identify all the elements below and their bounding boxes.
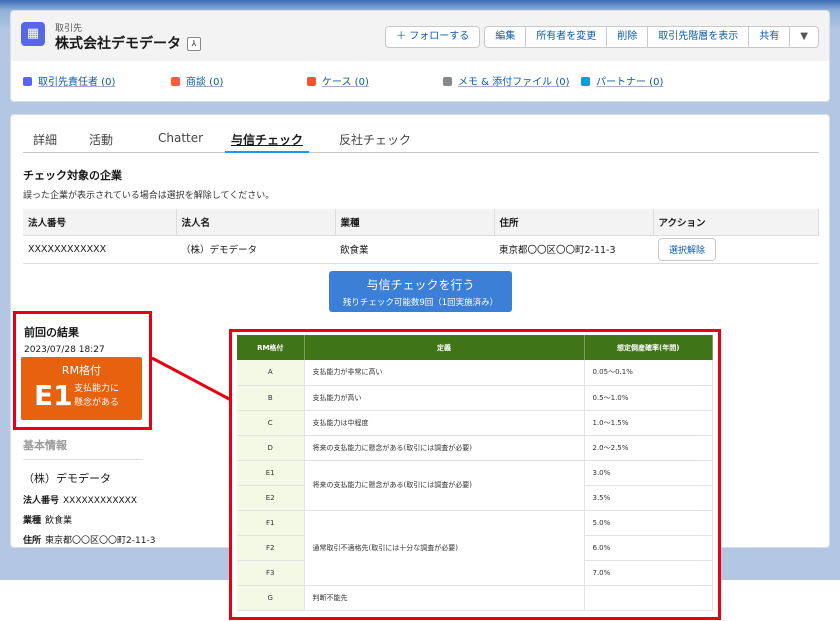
table-row: F1 通常取引不適格先(取引には十分な調査が必要) 5.0%	[237, 510, 713, 586]
probability-cell: 6.0%	[584, 535, 713, 561]
definition-cell: 将来の支払能力に懸念がある(取引には調査が必要)	[304, 435, 585, 461]
probability-cell: 7.0%	[584, 560, 713, 586]
rm-rating-table: RM格付 定義 想定倒産確率(年間) A 支払能力が非常に高い 0.05～0.1% …	[237, 335, 713, 611]
definition-cell: 支払能力は中程度	[304, 410, 585, 436]
grade-cell: A	[237, 360, 305, 386]
table-row: D 将来の支払能力に懸念がある(取引には調査が必要) 2.0～2.5%	[237, 435, 713, 461]
definition-cell: 支払能力が高い	[304, 385, 585, 411]
table-row: A 支払能力が非常に高い 0.05～0.1%	[237, 360, 713, 386]
table-row: B 支払能力が高い 0.5～1.0%	[237, 385, 713, 411]
table-row: G 判断不能先	[237, 585, 713, 611]
definition-cell: 支払能力が非常に高い	[304, 360, 585, 386]
probability-cell: 0.5～1.0%	[584, 385, 713, 411]
probability-cell: 2.0～2.5%	[584, 435, 713, 461]
grade-cell: E2	[237, 485, 305, 511]
grade-cell: F3	[237, 560, 305, 586]
table-row: E1 将来の支払能力に懸念がある(取引には調査が必要) 3.0%	[237, 460, 713, 511]
grade-cell: B	[237, 385, 305, 411]
probability-cell: 5.0%	[584, 510, 713, 536]
column-header: 想定倒産確率(年間)	[584, 335, 713, 360]
grade-cell: C	[237, 410, 305, 436]
column-header: 定義	[304, 335, 585, 360]
definition-cell: 通常取引不適格先(取引には十分な調査が必要)	[304, 510, 585, 586]
table-row: C 支払能力は中程度 1.0～1.5%	[237, 410, 713, 436]
grade-cell: E1	[237, 460, 305, 486]
probability-cell: 1.0～1.5%	[584, 410, 713, 436]
probability-cell: 3.0%	[584, 460, 713, 486]
rm-rating-table-callout: RM格付 定義 想定倒産確率(年間) A 支払能力が非常に高い 0.05～0.1% …	[229, 329, 721, 620]
grade-cell: F2	[237, 535, 305, 561]
definition-cell: 判断不能先	[304, 585, 585, 611]
probability-cell	[584, 585, 713, 611]
grade-cell: D	[237, 435, 305, 461]
grade-cell: F1	[237, 510, 305, 536]
column-header: RM格付	[237, 335, 305, 360]
grade-cell: G	[237, 585, 305, 611]
connector-line	[151, 356, 232, 402]
definition-cell: 将来の支払能力に懸念がある(取引には調査が必要)	[304, 460, 585, 511]
probability-cell: 0.05～0.1%	[584, 360, 713, 386]
probability-cell: 3.5%	[584, 485, 713, 511]
